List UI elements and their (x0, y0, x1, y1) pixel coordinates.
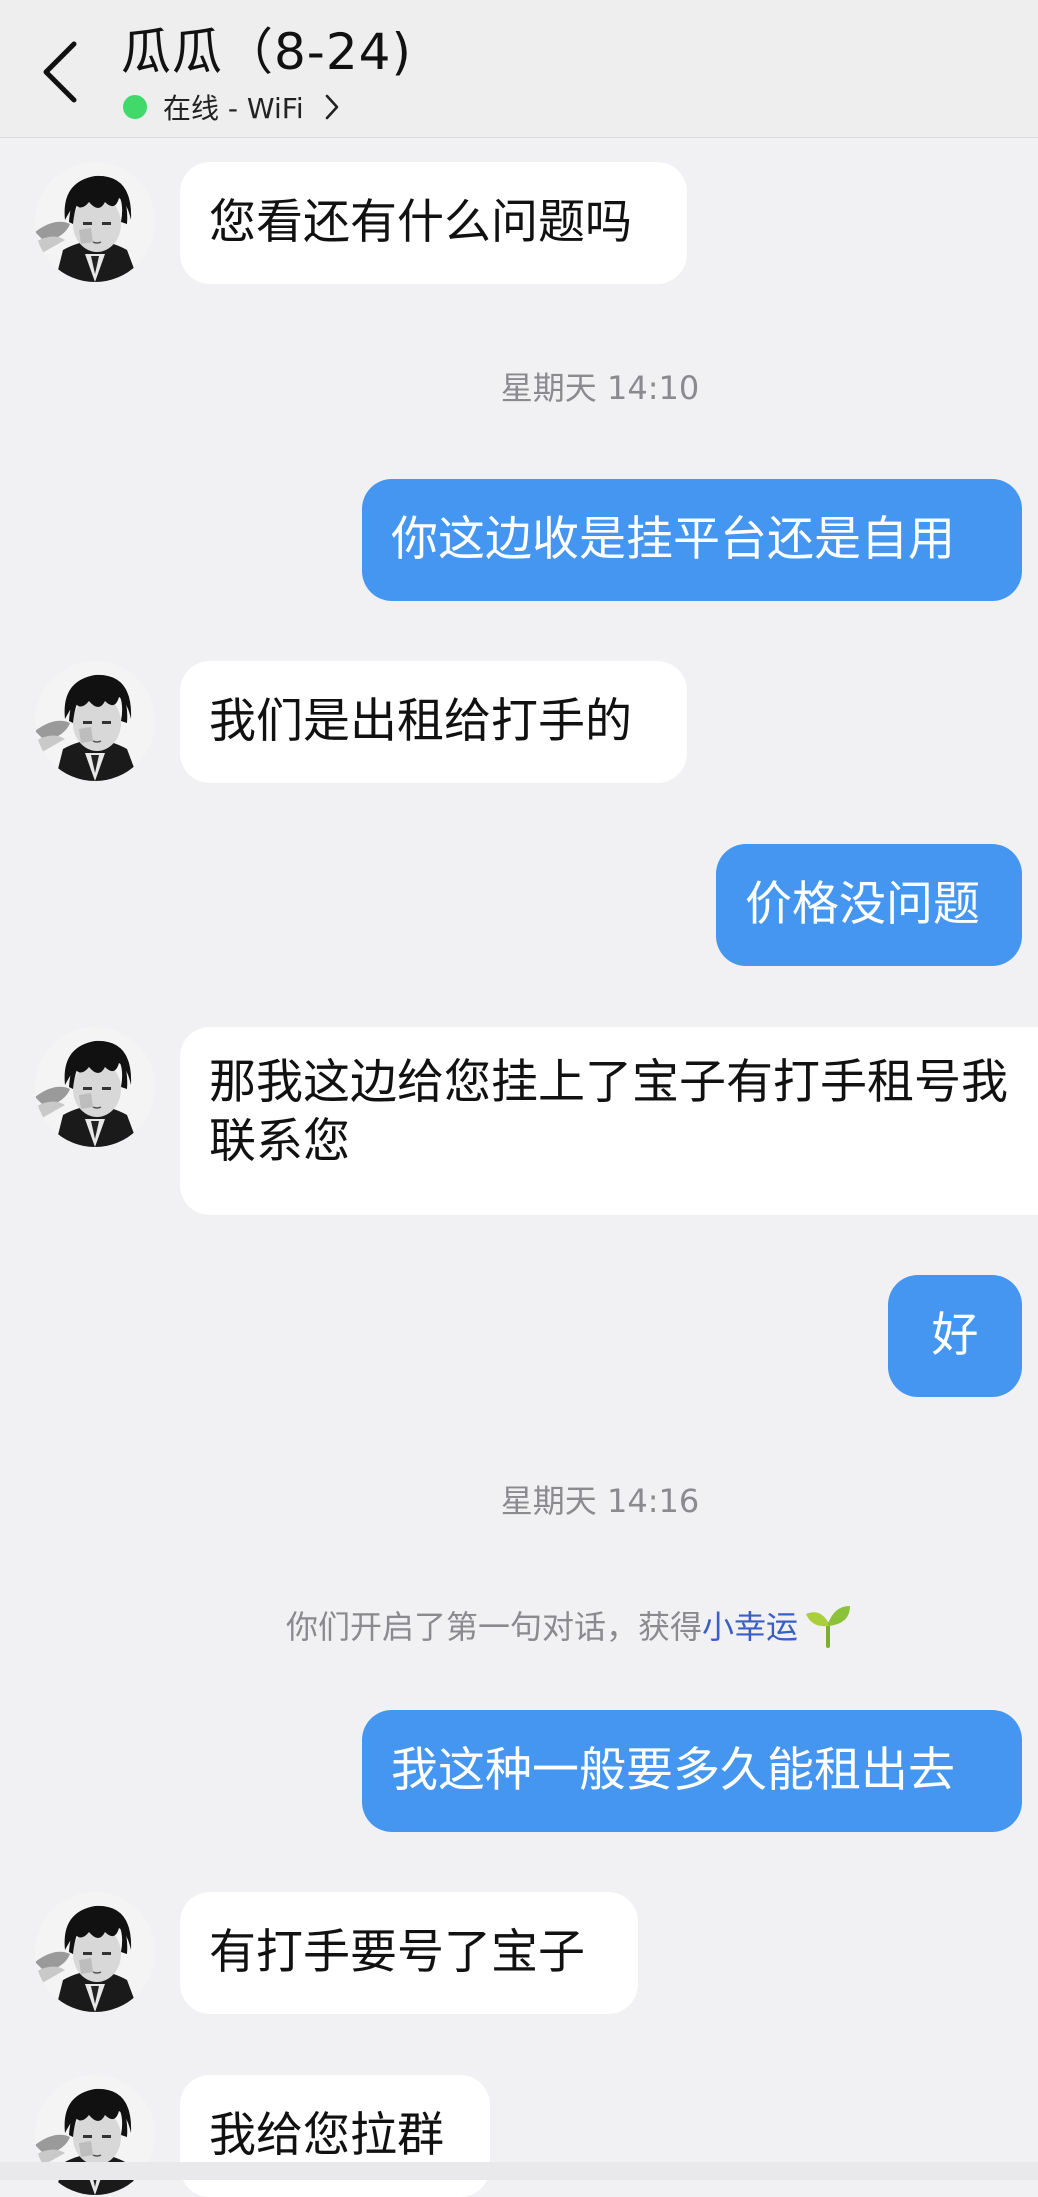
contact-avatar[interactable] (35, 1027, 155, 1147)
avatar-image (35, 162, 155, 282)
avatar-image (35, 1027, 155, 1147)
lucky-badge-link[interactable]: 小幸运 (702, 1602, 798, 1648)
sprout-icon (806, 1606, 851, 1648)
online-status-dot (123, 95, 147, 119)
chevron-right-icon (325, 94, 338, 120)
system-notice: 你们开启了第一句对话，获得 小幸运 (286, 1602, 854, 1648)
contact-avatar[interactable] (35, 162, 155, 282)
incoming-message-bubble[interactable]: 您看还有什么问题吗 (180, 162, 687, 284)
outgoing-message-bubble[interactable]: 我这种一般要多久能租出去 (362, 1710, 1022, 1832)
avatar-image (35, 1892, 155, 2012)
contact-avatar[interactable] (35, 661, 155, 781)
bottom-edge (0, 2162, 1038, 2180)
system-notice-text: 你们开启了第一句对话，获得 (286, 1608, 703, 1646)
message-timestamp: 星期天 14:10 (500, 369, 700, 407)
chat-title[interactable]: 瓜瓜（8-24) (121, 22, 412, 82)
incoming-message-bubble[interactable]: 我们是出租给打手的 (180, 661, 687, 783)
online-status[interactable]: 在线 - WiFi (123, 89, 340, 125)
chat-header: 瓜瓜（8-24) 在线 - WiFi (0, 0, 1038, 138)
back-button[interactable] (36, 36, 86, 106)
message-timestamp: 星期天 14:16 (500, 1482, 700, 1520)
outgoing-message-bubble[interactable]: 价格没问题 (716, 844, 1022, 966)
outgoing-message-bubble[interactable]: 好 (888, 1275, 1022, 1397)
incoming-message-bubble[interactable]: 有打手要号了宝子 (180, 1892, 638, 2014)
chevron-left-icon (43, 41, 77, 103)
incoming-message-bubble[interactable]: 那我这边给您挂上了宝子有打手租号我联系您 (180, 1027, 1038, 1215)
contact-avatar[interactable] (35, 1892, 155, 2012)
outgoing-message-bubble[interactable]: 你这边收是挂平台还是自用 (362, 479, 1022, 601)
avatar-image (35, 661, 155, 781)
online-status-text: 在线 - WiFi (163, 92, 304, 125)
